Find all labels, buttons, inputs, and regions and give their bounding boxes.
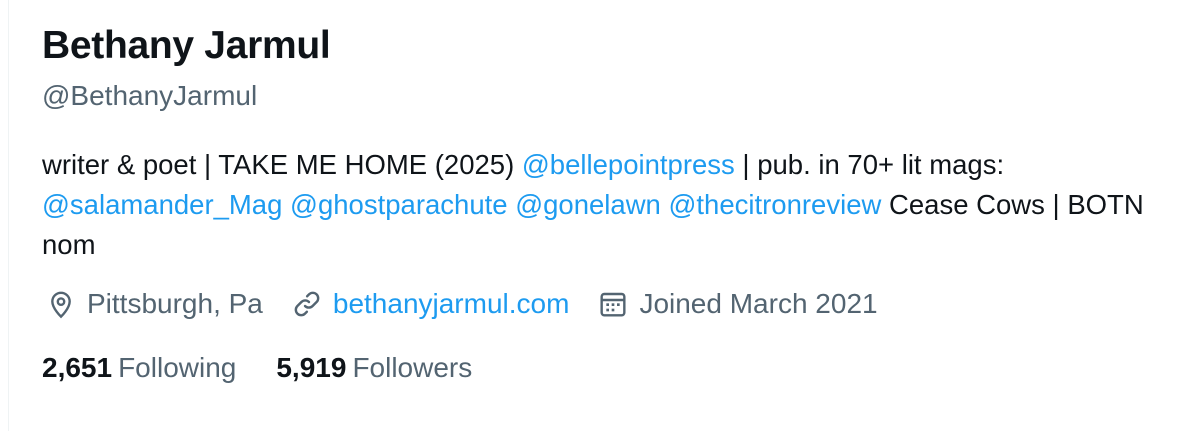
location-item: Pittsburgh, Pa — [45, 288, 263, 320]
following-count: 2,651 — [42, 352, 113, 383]
bio-mention-gonelawn[interactable]: @gonelawn — [515, 189, 661, 220]
following-label: Following — [118, 352, 237, 383]
location-pin-icon — [51, 291, 71, 319]
joined-text: Joined March 2021 — [639, 288, 878, 319]
bio-mention-thecitronreview[interactable]: @thecitronreview — [669, 189, 882, 220]
bio-mention-salamander-mag[interactable]: @salamander_Mag — [42, 189, 282, 220]
profile-bio: writer & poet | TAKE ME HOME (2025) @bel… — [42, 145, 1172, 265]
bio-mention-ghostparachute[interactable]: @ghostparachute — [290, 189, 508, 220]
website-item[interactable]: bethanyjarmul.com — [291, 288, 570, 320]
profile-stats: 2,651 Following 5,919 Followers — [42, 352, 512, 384]
bio-text: | pub. in 70+ lit mags: — [734, 149, 1005, 180]
bio-mention-bellepointpress[interactable]: @bellepointpress — [522, 149, 735, 180]
calendar-icon — [600, 292, 626, 317]
followers-stat[interactable]: 5,919 Followers — [276, 352, 472, 384]
link-icon — [294, 291, 320, 317]
display-name: Bethany Jarmul — [42, 24, 331, 67]
following-stat[interactable]: 2,651 Following — [42, 352, 236, 384]
profile-meta: Pittsburgh, Pa bethanyjarmul.com Joined … — [45, 288, 906, 320]
followers-label: Followers — [352, 352, 473, 383]
profile-handle: @BethanyJarmul — [42, 80, 258, 111]
joined-item: Joined March 2021 — [597, 288, 878, 320]
followers-count: 5,919 — [276, 352, 347, 383]
profile-card: Bethany Jarmul @BethanyJarmul writer & p… — [8, 0, 1200, 431]
location-text: Pittsburgh, Pa — [87, 288, 263, 319]
website-link[interactable]: bethanyjarmul.com — [333, 288, 570, 320]
bio-text: writer & poet | TAKE ME HOME (2025) — [42, 149, 522, 180]
